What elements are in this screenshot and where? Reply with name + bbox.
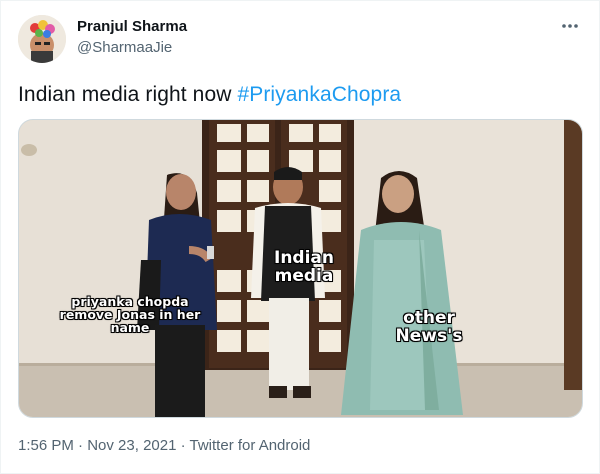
- author-handle[interactable]: @SharmaaJie: [77, 39, 172, 56]
- tweet-source[interactable]: Twitter for Android: [190, 437, 311, 454]
- tweet-media-image[interactable]: priyanka chopda remove Jonas in her name…: [18, 119, 583, 418]
- more-dots-icon: [562, 24, 578, 28]
- meme-caption-middle: Indian media: [274, 248, 334, 286]
- tweet-text-body: Indian media right now: [18, 83, 238, 106]
- tweet-time[interactable]: 1:56 PM: [18, 437, 74, 454]
- more-options-button[interactable]: [559, 15, 581, 37]
- avatar-image: [18, 15, 66, 63]
- meme-caption-right: other News's: [395, 308, 463, 346]
- avatar[interactable]: [18, 15, 66, 63]
- meme-caption-left: priyanka chopda remove Jonas in her name: [59, 294, 201, 336]
- meta-separator: ·: [176, 437, 190, 454]
- tweet-metadata: 1:56 PM · Nov 23, 2021 · Twitter for And…: [18, 437, 310, 454]
- tweet-date[interactable]: Nov 23, 2021: [87, 437, 176, 454]
- tweet-text: Indian media right now #PriyankaChopra: [18, 83, 401, 107]
- tweet-card: Pranjul Sharma @SharmaaJie Indian media …: [0, 0, 600, 474]
- meta-separator: ·: [73, 437, 88, 454]
- author-name[interactable]: Pranjul Sharma: [77, 18, 187, 35]
- hashtag-link[interactable]: #PriyankaChopra: [237, 83, 401, 106]
